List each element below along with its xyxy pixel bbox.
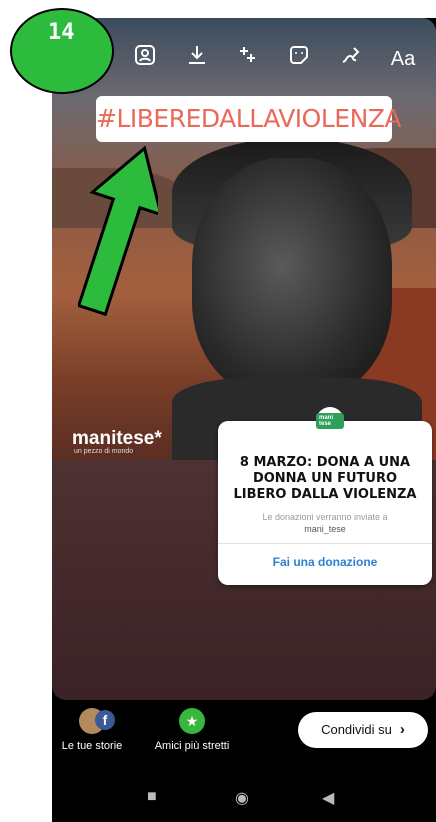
chevron-right-icon: › [399,721,405,738]
android-nav-bar: ■ ◉ ◀ [52,772,436,822]
effects-sparkle-icon[interactable] [230,42,264,76]
close-friends-label: Amici più stretti [154,740,230,752]
your-stories-target[interactable]: f Le tue storie [52,708,132,752]
home-icon[interactable]: ◉ [235,788,249,808]
text-tool-button[interactable]: Aa [386,42,420,76]
donation-subtitle: Le donazioni verranno inviate a mani_tese [262,512,388,534]
brand-logo: manitese* [72,428,162,449]
brand-tagline: un pezzo di mondo [74,448,134,455]
phone-screen: manitese* un pezzo di mondo Aa #LIBEREDA… [52,18,436,822]
step-badge: 14 [10,8,114,94]
card-divider [218,543,432,544]
share-button[interactable]: Condividi su › [298,712,428,748]
facebook-icon: f [95,710,115,730]
mani-tese-logo: mani tese [316,407,344,435]
download-icon[interactable] [180,42,214,76]
portrait [192,158,392,398]
your-stories-label: Le tue storie [61,740,123,752]
recents-icon[interactable]: ■ [147,788,157,806]
hashtag-sticker[interactable]: #LIBEREDALLAVIOLENZA [96,96,402,142]
green-arrow-icon [78,145,158,317]
close-friends-target[interactable]: ★ Amici più stretti [142,708,242,752]
donation-title: 8 MARZO: DONA A UNA DONNA UN FUTURO LIBE… [233,455,417,502]
draw-icon[interactable] [334,42,368,76]
donate-button[interactable]: Fai una donazione [218,555,432,569]
close-friends-star-icon: ★ [179,708,205,734]
sticker-icon[interactable] [282,42,316,76]
donation-sticker[interactable]: mani tese 8 MARZO: DONA A UNA DONNA UN F… [218,407,432,585]
avatar: f [79,708,115,734]
story-canvas[interactable]: manitese* un pezzo di mondo Aa #LIBEREDA… [52,18,436,700]
back-icon[interactable]: ◀ [322,788,334,808]
sticker-person-icon[interactable] [128,42,162,76]
share-bar: f Le tue storie ★ Amici più stretti Cond… [52,700,436,772]
